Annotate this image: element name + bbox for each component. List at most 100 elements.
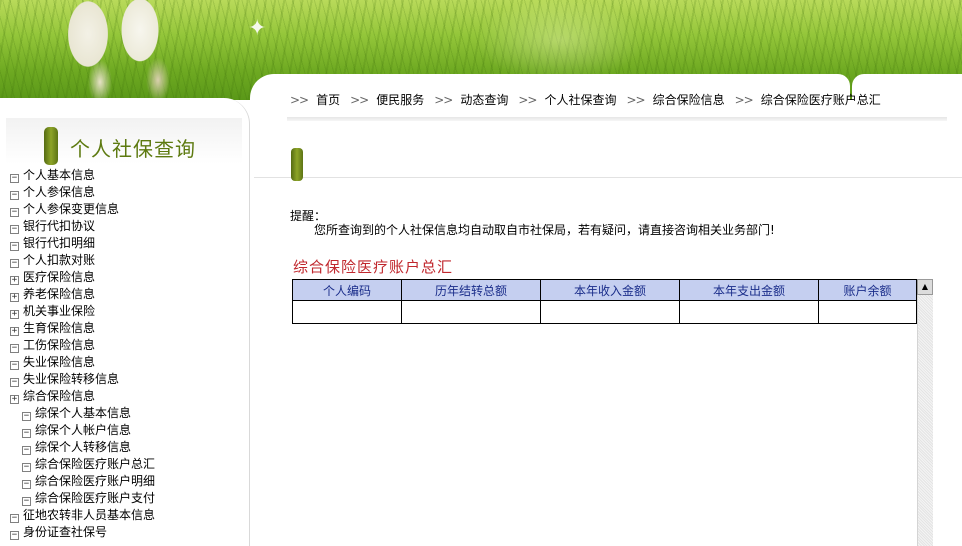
- collapse-icon[interactable]: −: [10, 514, 19, 523]
- breadcrumb-link[interactable]: 首页: [316, 93, 340, 107]
- breadcrumb-separator: >>: [350, 93, 369, 107]
- nav-item[interactable]: − 个人参保变更信息: [10, 201, 246, 218]
- collapse-icon[interactable]: −: [22, 480, 31, 489]
- table-cell: [292, 300, 402, 324]
- nav-item[interactable]: + 机关事业保险: [10, 303, 246, 320]
- collapse-icon[interactable]: −: [10, 208, 19, 217]
- nav-item[interactable]: + 养老保险信息: [10, 286, 246, 303]
- table-row: [292, 300, 917, 324]
- nav-item-label: 生育保险信息: [23, 321, 96, 335]
- table-cell: [679, 300, 819, 324]
- breadcrumb: >> 首页 >> 便民服务 >> 动态查询 >> 个人社保查询 >> 综合保险信息 >> 综合保险医疗…: [290, 91, 891, 108]
- nav-item[interactable]: − 身份证查社保号: [10, 524, 246, 541]
- column-header-personal-code: 个人编码: [292, 279, 402, 301]
- nav-item[interactable]: − 个人扣款对账: [10, 252, 246, 269]
- nav-item[interactable]: − 失业保险信息: [10, 354, 246, 371]
- nav-item[interactable]: − 个人基本信息: [10, 167, 246, 184]
- breadcrumb-link[interactable]: 个人社保查询: [544, 93, 616, 107]
- nav-item-label: 银行代扣协议: [23, 219, 96, 233]
- collapse-icon[interactable]: −: [22, 429, 31, 438]
- table-cell: [818, 300, 917, 324]
- nav-item[interactable]: − 综合保险医疗账户支付: [10, 490, 246, 507]
- breadcrumb-separator: >>: [734, 93, 754, 107]
- notice-text: 您所查询到的个人社保信息均自动取自市社保局，若有疑问，请直接咨询相关业务部门!: [314, 223, 775, 237]
- nav-item-label: 综合保险医疗账户支付: [35, 491, 156, 505]
- nav-item-label: 失业保险转移信息: [23, 372, 120, 386]
- collapse-icon[interactable]: −: [10, 174, 19, 183]
- nav-item-label: 个人扣款对账: [23, 253, 96, 267]
- nav-item-label: 养老保险信息: [23, 287, 96, 301]
- nav-item[interactable]: − 银行代扣明细: [10, 235, 246, 252]
- nav-item-label: 医疗保险信息: [23, 270, 96, 284]
- breadcrumb-divider: [287, 117, 947, 121]
- expand-icon[interactable]: +: [10, 310, 19, 319]
- result-table-container: 个人编码 历年结转总额 本年收入金额 本年支出金额 账户余额: [292, 279, 917, 324]
- result-table: 个人编码 历年结转总额 本年收入金额 本年支出金额 账户余额: [292, 279, 917, 324]
- expand-icon[interactable]: +: [10, 293, 19, 302]
- table-header-row: 个人编码 历年结转总额 本年收入金额 本年支出金额 账户余额: [292, 279, 917, 301]
- left-title-bar-icon: [44, 127, 58, 165]
- collapse-icon[interactable]: −: [10, 531, 19, 540]
- column-header-expense-amount: 本年支出金额: [679, 279, 819, 301]
- collapse-icon[interactable]: −: [10, 344, 19, 353]
- nav-item-label: 机关事业保险: [23, 304, 96, 318]
- expand-icon[interactable]: +: [10, 327, 19, 336]
- nav-item-label: 失业保险信息: [23, 355, 96, 369]
- nav-item-label: 综保个人帐户信息: [35, 423, 132, 437]
- vertical-scrollbar[interactable]: [917, 279, 933, 546]
- nav-item[interactable]: − 综合保险医疗账户明细: [10, 473, 246, 490]
- column-header-income-amount: 本年收入金额: [540, 279, 680, 301]
- section-divider: [254, 177, 962, 178]
- banner-photo: [30, 0, 190, 100]
- breadcrumb-link[interactable]: 动态查询: [460, 93, 508, 107]
- nav-item-label: 征地农转非人员基本信息: [23, 508, 156, 522]
- expand-icon[interactable]: +: [10, 395, 19, 404]
- breadcrumb-separator: >>: [434, 93, 453, 107]
- collapse-icon[interactable]: −: [22, 412, 31, 421]
- nav-item-label: 工伤保险信息: [23, 338, 96, 352]
- nav-item[interactable]: − 综保个人帐户信息: [10, 422, 246, 439]
- nav-item-label: 综保个人转移信息: [35, 440, 132, 454]
- nav-tree: − 个人基本信息 − 个人参保信息 − 个人参保变更信息 − 银行代扣协议 − 银行代扣明细 − 个人…: [10, 167, 246, 541]
- nav-item[interactable]: + 生育保险信息: [10, 320, 246, 337]
- nav-item-label: 银行代扣明细: [23, 236, 96, 250]
- collapse-icon[interactable]: −: [22, 446, 31, 455]
- nav-item[interactable]: + 综合保险信息: [10, 388, 246, 405]
- nav-item[interactable]: − 综合保险医疗账户总汇: [10, 456, 246, 473]
- breadcrumb-separator: >>: [518, 93, 537, 107]
- collapse-icon[interactable]: −: [10, 361, 19, 370]
- nav-item[interactable]: − 征地农转非人员基本信息: [10, 507, 246, 524]
- nav-item-label: 个人参保变更信息: [23, 202, 120, 216]
- collapse-icon[interactable]: −: [10, 191, 19, 200]
- breadcrumb-link[interactable]: 便民服务: [376, 93, 424, 107]
- nav-item-label: 综合保险医疗账户总汇: [35, 457, 156, 471]
- table-cell: [401, 300, 541, 324]
- collapse-icon[interactable]: −: [10, 378, 19, 387]
- nav-item[interactable]: − 综保个人转移信息: [10, 439, 246, 456]
- nav-item-label: 身份证查社保号: [23, 525, 108, 539]
- section-bar-icon: [291, 148, 303, 181]
- collapse-icon[interactable]: −: [22, 463, 31, 472]
- nav-item[interactable]: − 银行代扣协议: [10, 218, 246, 235]
- breadcrumb-separator: >>: [626, 93, 646, 107]
- collapse-icon[interactable]: −: [10, 225, 19, 234]
- nav-item[interactable]: − 综保个人基本信息: [10, 405, 246, 422]
- collapse-icon[interactable]: −: [22, 497, 31, 506]
- nav-item[interactable]: − 个人参保信息: [10, 184, 246, 201]
- collapse-icon[interactable]: −: [10, 259, 19, 268]
- breadcrumb-separator: >>: [290, 93, 309, 107]
- nav-item[interactable]: + 医疗保险信息: [10, 269, 246, 286]
- breadcrumb-link[interactable]: 综合保险医疗账户总汇: [761, 93, 881, 107]
- scroll-up-arrow-icon[interactable]: ▲: [917, 279, 933, 295]
- nav-item-label: 个人参保信息: [23, 185, 96, 199]
- nav-item-label: 个人基本信息: [23, 168, 96, 182]
- nav-item-label: 综合保险信息: [23, 389, 96, 403]
- nav-item-label: 综合保险医疗账户明细: [35, 474, 156, 488]
- sparkle-icon: ✦: [248, 16, 267, 41]
- expand-icon[interactable]: +: [10, 276, 19, 285]
- nav-item[interactable]: − 工伤保险信息: [10, 337, 246, 354]
- collapse-icon[interactable]: −: [10, 242, 19, 251]
- breadcrumb-link[interactable]: 综合保险信息: [653, 93, 725, 107]
- nav-item[interactable]: − 失业保险转移信息: [10, 371, 246, 388]
- result-title: 综合保险医疗账户总汇: [293, 258, 454, 276]
